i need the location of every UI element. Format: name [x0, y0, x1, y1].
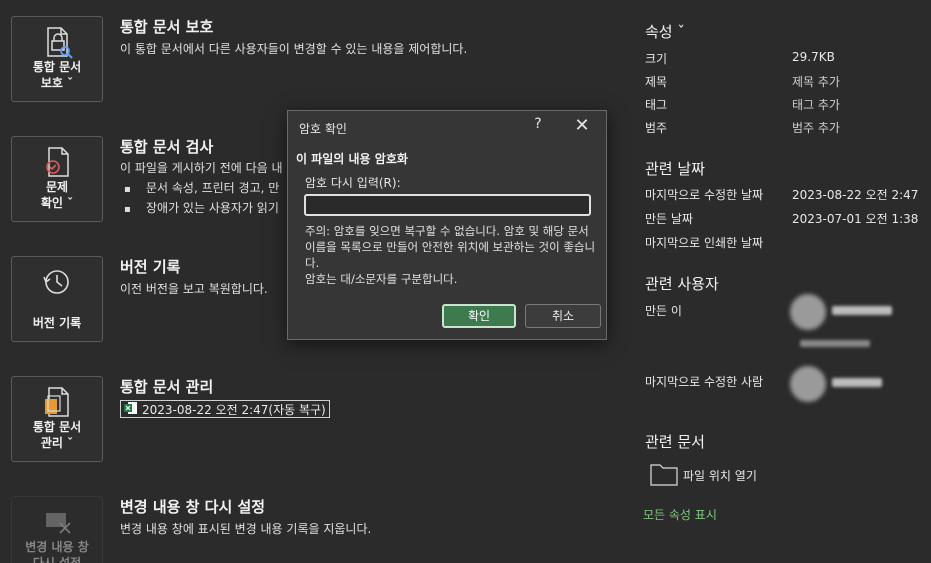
author-email-redacted — [800, 340, 870, 347]
inspect-document-icon — [40, 145, 74, 182]
inspect-title: 통합 문서 검사 — [120, 138, 214, 156]
manage-workbook-button[interactable]: 통합 문서 관리 ˇ — [11, 376, 103, 462]
author-name-redacted — [832, 306, 892, 315]
related-docs-heading: 관련 문서 — [645, 433, 705, 451]
protect-title: 통합 문서 보호 — [120, 18, 214, 36]
reenter-password-label: 암호 다시 입력(R): — [305, 176, 401, 190]
ok-button[interactable]: 확인 — [442, 304, 516, 328]
related-dates-heading: 관련 날짜 — [645, 160, 705, 178]
related-people-heading: 관련 사용자 — [645, 275, 719, 293]
history-icon — [40, 265, 74, 302]
reset-changes-icon — [40, 505, 74, 542]
author-label: 만든 이 — [645, 304, 682, 318]
check-issues-label: 문제 확인 ˇ — [40, 180, 74, 210]
modifier-name-redacted — [832, 378, 882, 387]
date-key-created: 만든 날짜 — [645, 212, 693, 226]
folder-icon — [650, 462, 678, 489]
versions-title: 버전 기록 — [120, 258, 181, 276]
prop-val-tags[interactable]: 태그 추가 — [792, 96, 840, 113]
modifier-label: 마지막으로 수정한 사람 — [645, 375, 764, 389]
lock-document-icon — [40, 25, 74, 62]
password-confirm-dialog: 암호 확인 ? ✕ 이 파일의 내용 암호화 암호 다시 입력(R): 주의: … — [287, 110, 607, 340]
prop-val-category[interactable]: 범주 추가 — [792, 119, 840, 136]
modifier-avatar — [790, 366, 826, 402]
reset-desc: 변경 내용 창에 표시된 변경 내용 기록을 지웁니다. — [120, 522, 372, 536]
date-val-modified: 2023-08-22 오전 2:47 — [792, 188, 919, 202]
autosave-version-link[interactable]: 2023-08-22 오전 2:47(자동 복구) — [120, 400, 330, 418]
date-key-modified: 마지막으로 수정한 날짜 — [645, 188, 764, 202]
versions-desc: 이전 버전을 보고 복원합니다. — [120, 282, 268, 296]
prop-val-size: 29.7KB — [792, 50, 835, 64]
reset-changes-label: 변경 내용 창 다시 설정 — [25, 540, 89, 563]
reset-changes-pane-button[interactable]: 변경 내용 창 다시 설정 — [11, 496, 103, 563]
properties-heading[interactable]: 속성 ˇ — [645, 21, 685, 42]
protect-desc: 이 통합 문서에서 다른 사용자들이 변경할 수 있는 내용을 제어합니다. — [120, 42, 468, 56]
open-file-location-link[interactable]: 파일 위치 열기 — [650, 462, 757, 489]
open-file-location-text: 파일 위치 열기 — [683, 469, 757, 483]
excel-file-icon — [124, 401, 138, 418]
close-button[interactable]: ✕ — [570, 115, 594, 139]
show-all-properties-link[interactable]: 모든 속성 표시 — [643, 506, 717, 523]
inspect-bullet: 장애가 있는 사용자가 읽기 — [124, 199, 279, 216]
manage-workbook-icon — [40, 385, 74, 422]
manage-title: 통합 문서 관리 — [120, 378, 214, 396]
manage-workbook-label: 통합 문서 관리 ˇ — [32, 420, 82, 450]
inspect-desc: 이 파일을 게시하기 전에 다음 내 — [120, 161, 283, 175]
prop-key-tags: 태그 — [645, 98, 668, 112]
prop-key-category: 범주 — [645, 121, 668, 135]
password-warning-note: 주의: 암호를 잊으면 복구할 수 없습니다. 암호 및 해당 문서 이름을 목… — [305, 224, 596, 286]
prop-val-title[interactable]: 제목 추가 — [792, 73, 840, 90]
reenter-password-input[interactable] — [304, 194, 591, 216]
date-key-printed: 마지막으로 인쇄한 날짜 — [645, 236, 764, 250]
dialog-title: 암호 확인 — [299, 122, 347, 136]
autosave-version-text: 2023-08-22 오전 2:47(자동 복구) — [142, 402, 326, 417]
protect-workbook-label: 통합 문서 보호 ˇ — [32, 60, 82, 90]
reset-title: 변경 내용 창 다시 설정 — [120, 498, 266, 516]
cancel-button[interactable]: 취소 — [525, 304, 601, 328]
help-button[interactable]: ? — [528, 116, 548, 138]
prop-key-size: 크기 — [645, 52, 668, 66]
prop-key-title: 제목 — [645, 75, 668, 89]
inspect-bullet: 문서 속성, 프린터 경고, 만 — [124, 179, 279, 196]
protect-workbook-button[interactable]: 통합 문서 보호 ˇ — [11, 16, 103, 102]
check-issues-button[interactable]: 문제 확인 ˇ — [11, 136, 103, 222]
version-history-button[interactable]: 버전 기록 — [11, 256, 103, 342]
date-val-created: 2023-07-01 오전 1:38 — [792, 212, 919, 226]
dialog-heading: 이 파일의 내용 암호화 — [296, 152, 408, 166]
dialog-titlebar[interactable]: 암호 확인 ? ✕ — [288, 111, 606, 143]
version-history-label: 버전 기록 — [32, 316, 82, 330]
author-avatar — [790, 294, 826, 330]
